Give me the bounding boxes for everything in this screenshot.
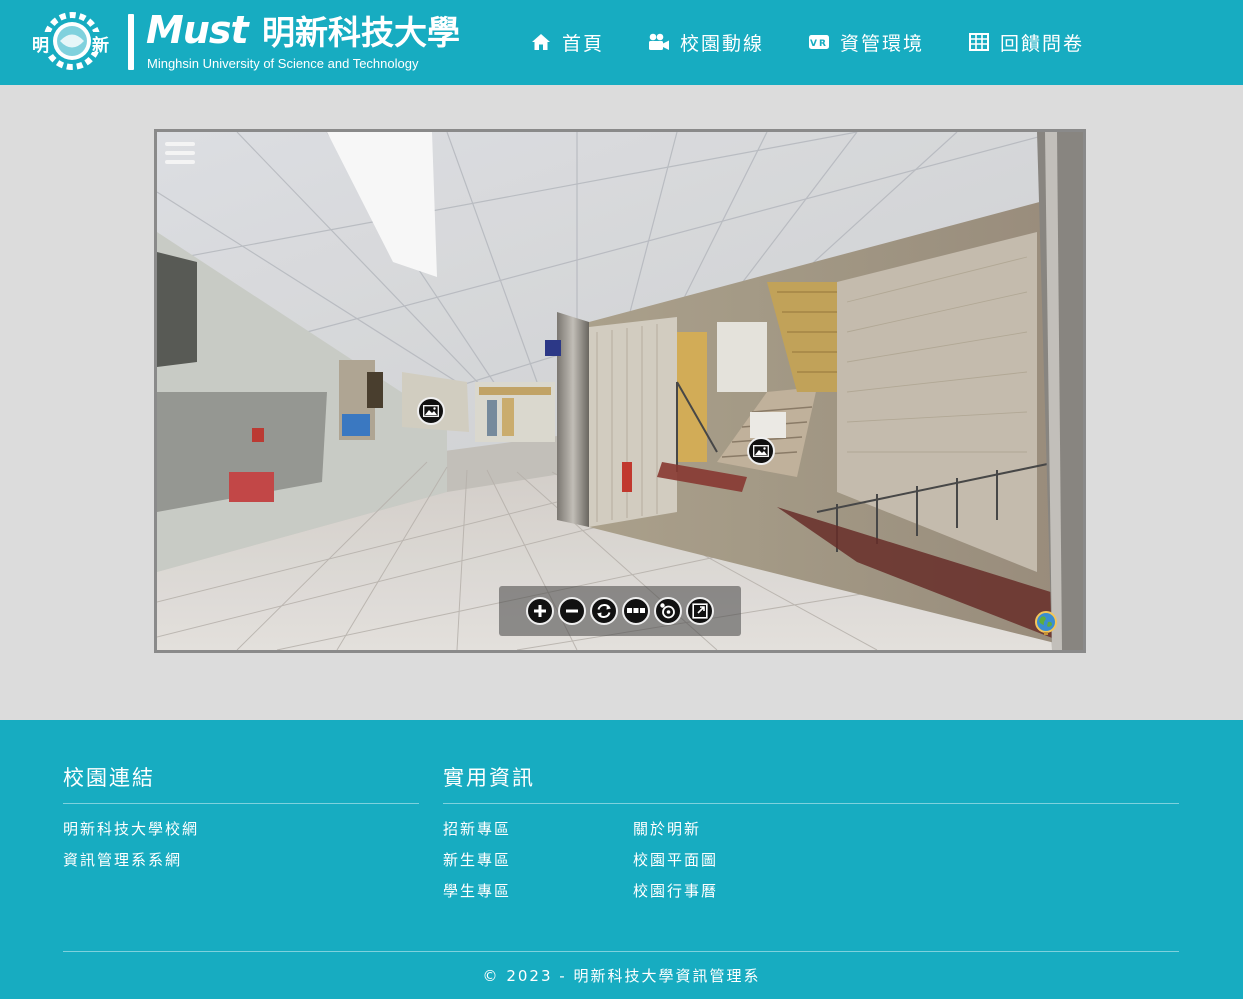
image-hotspot-corridor[interactable] xyxy=(417,397,445,425)
image-hotspot-icon xyxy=(423,405,439,417)
logo-chinese-name: 明新科技大學 xyxy=(262,13,460,52)
svg-text:VR: VR xyxy=(810,39,828,49)
useful-info-heading: 實用資訊 xyxy=(443,766,535,790)
logo-wordmark: Must xyxy=(146,8,249,52)
seal-char-left: 明 xyxy=(32,36,49,56)
home-icon xyxy=(530,32,552,52)
campus-links-divider xyxy=(63,803,419,804)
link-department-site[interactable]: 資訊管理系系網 xyxy=(63,849,182,870)
link-university-site[interactable]: 明新科技大學校網 xyxy=(63,818,199,839)
autorotate-button[interactable] xyxy=(590,597,618,625)
gyro-icon xyxy=(660,603,675,619)
more-icon xyxy=(627,608,645,613)
site-header: 明 新 Must 明新科技大學 Minghsin University of S… xyxy=(0,0,1243,85)
viewer-menu-button[interactable] xyxy=(165,142,195,166)
fullscreen-button[interactable] xyxy=(686,597,714,625)
globe-icon xyxy=(1035,611,1057,635)
zoom-out-icon xyxy=(566,609,578,613)
logo-english-name: Minghsin University of Science and Techn… xyxy=(147,56,419,71)
zoom-in-button[interactable] xyxy=(526,597,554,625)
panorama-image[interactable] xyxy=(157,132,1083,650)
nav-home[interactable]: 首頁 xyxy=(530,29,604,56)
nav-feedback-survey-label: 回饋問卷 xyxy=(1000,32,1085,55)
campus-links-heading: 校園連結 xyxy=(63,766,155,790)
hamburger-line xyxy=(165,160,195,164)
university-seal-logo[interactable]: 明 新 xyxy=(30,12,114,70)
link-about[interactable]: 關於明新 xyxy=(633,818,701,839)
table-icon xyxy=(968,32,990,52)
logo-divider xyxy=(128,14,134,70)
hamburger-icon xyxy=(165,142,195,146)
panorama-viewer[interactable] xyxy=(154,129,1086,653)
link-admissions[interactable]: 招新專區 xyxy=(443,818,511,839)
nav-home-label: 首頁 xyxy=(562,32,605,55)
link-students[interactable]: 學生專區 xyxy=(443,880,511,901)
main-nav: 首頁 校園動線 VR 資管環境 回饋問卷 xyxy=(530,24,1128,60)
useful-info-divider xyxy=(443,803,1179,804)
more-options-button[interactable] xyxy=(622,597,650,625)
site-footer: 校園連結 明新科技大學校網 資訊管理系系網 實用資訊 招新專區 新生專區 學生專… xyxy=(0,720,1243,999)
hamburger-line xyxy=(165,151,195,155)
zoom-in-icon xyxy=(534,605,546,617)
nav-feedback-survey[interactable]: 回饋問卷 xyxy=(968,29,1084,56)
autorotate-icon xyxy=(597,604,611,618)
link-freshmen[interactable]: 新生專區 xyxy=(443,849,511,870)
image-hotspot-icon xyxy=(753,445,769,457)
viewer-control-bar xyxy=(499,586,741,636)
gyroscope-button[interactable] xyxy=(654,597,682,625)
image-hotspot-stairs[interactable] xyxy=(747,437,775,465)
map-toggle-button[interactable] xyxy=(1033,610,1059,636)
video-camera-icon xyxy=(648,32,670,52)
vr-icon: VR xyxy=(808,32,830,52)
zoom-out-button[interactable] xyxy=(558,597,586,625)
nav-campus-route-label: 校園動線 xyxy=(680,32,765,55)
nav-im-environment[interactable]: VR 資管環境 xyxy=(808,29,924,56)
link-calendar[interactable]: 校園行事曆 xyxy=(633,880,718,901)
link-campus-map[interactable]: 校園平面圖 xyxy=(633,849,718,870)
copyright-text: © 2023 - 明新科技大學資訊管理系 xyxy=(482,967,761,985)
nav-im-environment-label: 資管環境 xyxy=(840,32,925,55)
footer-divider xyxy=(63,951,1179,952)
nav-campus-route[interactable]: 校園動線 xyxy=(648,29,764,56)
seal-char-right: 新 xyxy=(92,36,109,56)
fullscreen-icon xyxy=(692,603,708,619)
